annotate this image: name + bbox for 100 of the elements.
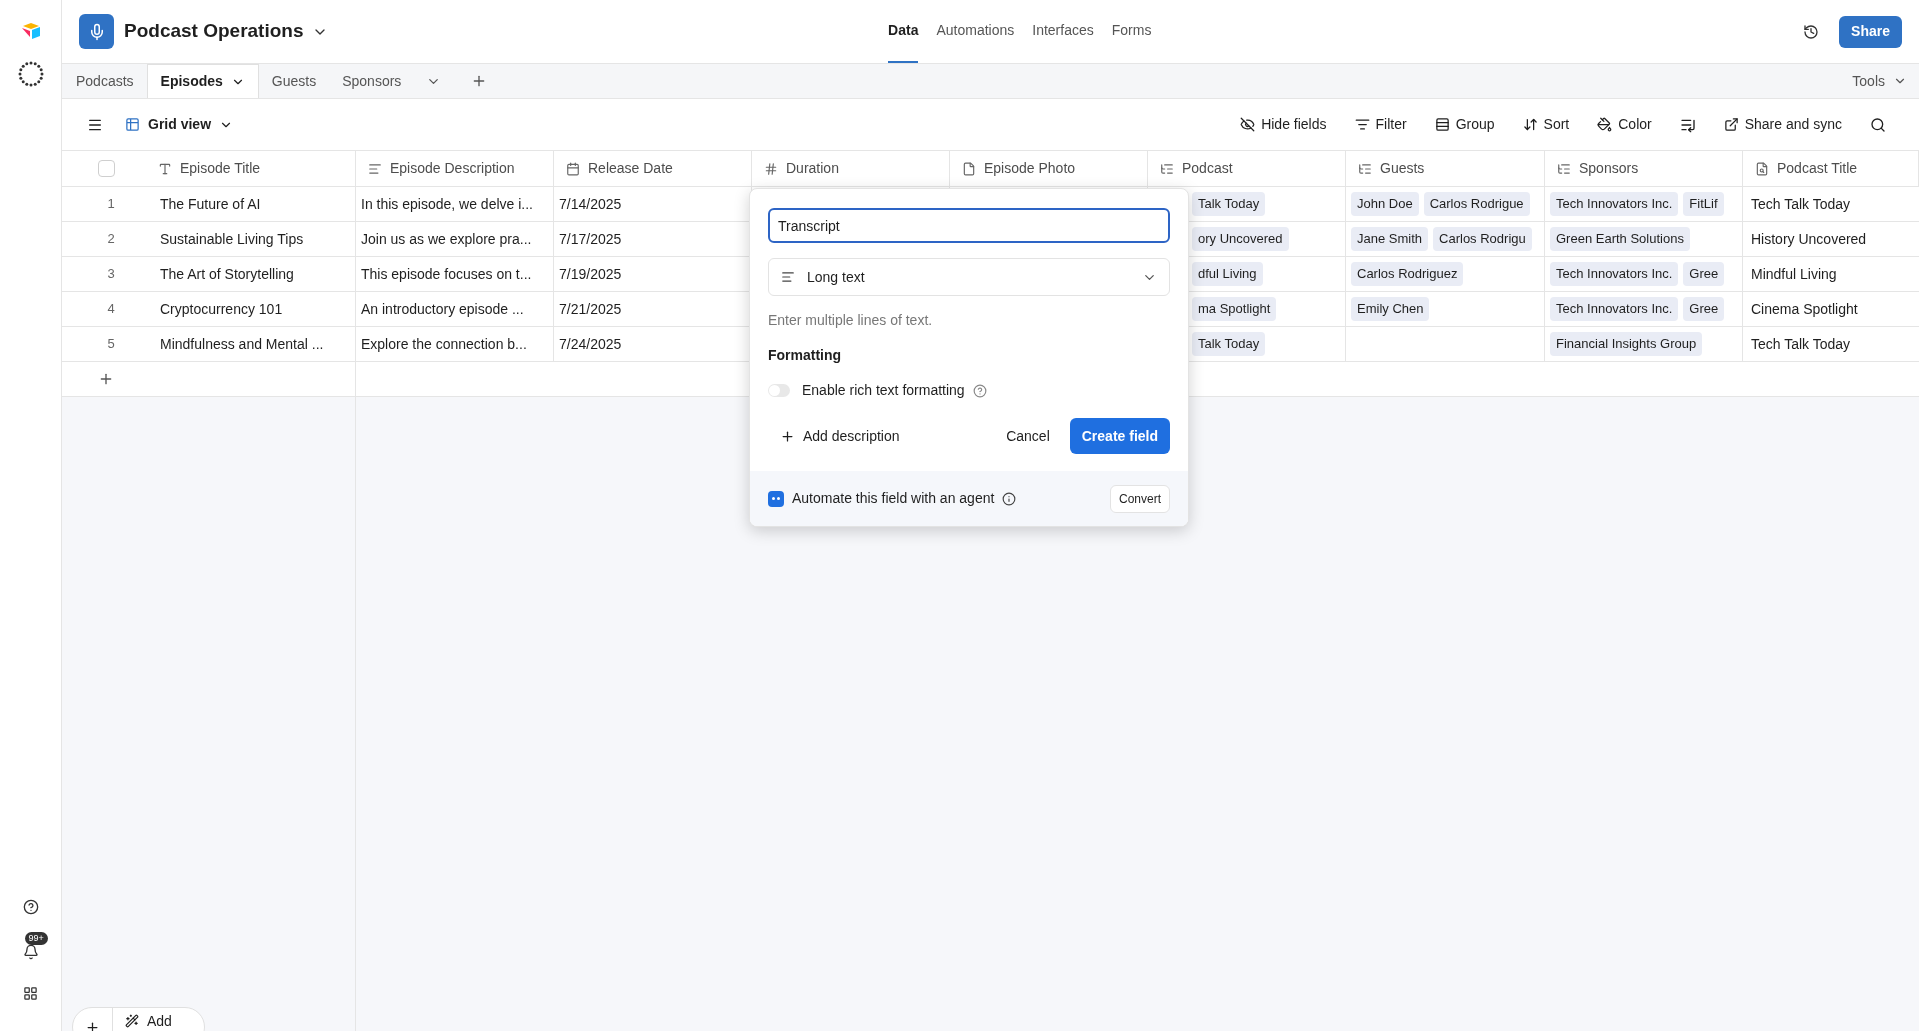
record-chip[interactable]: ma Spotlight (1192, 297, 1277, 321)
select-all-checkbox[interactable] (97, 160, 115, 177)
record-chip[interactable]: Green Earth Solutions (1550, 227, 1690, 251)
column-header[interactable]: Duration (752, 151, 950, 186)
record-chip[interactable]: Carlos Rodrigue (1423, 192, 1530, 216)
record-chip[interactable]: ory Uncovered (1192, 227, 1289, 251)
toolbar-button[interactable]: Filter (1354, 114, 1407, 135)
rich-text-label: Enable rich text formatting (802, 381, 965, 400)
record-chip[interactable]: Talk Today (1192, 332, 1266, 356)
field-type-icon (566, 161, 580, 176)
toolbar-button[interactable]: Group (1434, 114, 1495, 135)
cancel-button[interactable]: Cancel (994, 418, 1062, 454)
table-cell-text: Join us as we explore pra... (361, 229, 532, 249)
long-text-icon (781, 270, 795, 284)
table-cell-text: Cryptocurrency 101 (160, 299, 283, 319)
table-cell-text: This episode focuses on t... (361, 264, 532, 284)
table-cell-text: The Future of AI (160, 194, 261, 214)
row-number: 3 (106, 265, 116, 284)
table-tab[interactable]: Guests (258, 64, 330, 98)
nav-tab[interactable]: Interfaces (1032, 0, 1094, 63)
table-cell-text: 7/24/2025 (559, 334, 622, 354)
toolbar-button[interactable]: Color (1597, 114, 1652, 135)
column-header[interactable]: Podcast Title (1743, 151, 1919, 186)
column-header[interactable]: Episode Title (62, 151, 356, 186)
record-chip[interactable]: Emily Chen (1351, 297, 1430, 321)
table-cell-text: History Uncovered (1751, 229, 1867, 249)
table-cell-text: Cinema Spotlight (1751, 299, 1858, 319)
column-header[interactable]: Release Date (554, 151, 752, 186)
table-cell-text: 7/14/2025 (559, 194, 622, 214)
row-number: 4 (106, 300, 116, 319)
record-chip[interactable]: FitLif (1683, 192, 1724, 216)
row-number: 1 (106, 195, 116, 214)
field-type-icon (158, 161, 172, 176)
table-cell-text: 7/17/2025 (559, 229, 622, 249)
column-header[interactable]: Guests (1346, 151, 1545, 186)
record-chip[interactable]: Talk Today (1192, 192, 1266, 216)
table-cell-text: Tech Talk Today (1751, 194, 1851, 214)
help-icon (972, 383, 987, 398)
table-cell-text: Explore the connection b... (361, 334, 527, 354)
record-chip[interactable]: dful Living (1192, 262, 1263, 286)
column-header[interactable]: Episode Description (356, 151, 554, 186)
convert-button[interactable]: Convert (1109, 484, 1170, 513)
record-chip[interactable]: Gree (1683, 262, 1725, 286)
field-type-hint: Enter multiple lines of text. (768, 311, 934, 330)
nav-tab[interactable]: Automations (936, 0, 1015, 63)
field-type-select[interactable]: Long text (768, 258, 1170, 296)
base-name[interactable]: Podcast Operations (124, 17, 304, 46)
record-chip[interactable]: John Doe (1351, 192, 1419, 216)
record-chip[interactable]: Carlos Rodriguez (1351, 262, 1464, 286)
add-button[interactable]: Add (113, 1010, 204, 1031)
tools-menu[interactable]: Tools (1840, 64, 1919, 98)
record-chip[interactable]: Tech Innovators Inc. (1550, 297, 1679, 321)
table-tab[interactable]: Episodes (146, 64, 259, 98)
add-icon[interactable] (85, 1019, 100, 1031)
record-chip[interactable]: Tech Innovators Inc. (1550, 262, 1679, 286)
loading-spinner-icon (16, 60, 45, 88)
column-header[interactable]: Sponsors (1545, 151, 1743, 186)
group-icon (1434, 117, 1450, 132)
column-header[interactable]: Podcast (1148, 151, 1346, 186)
app-logo[interactable] (20, 22, 41, 40)
help-icon[interactable] (22, 899, 39, 915)
field-type-icon (1755, 161, 1769, 176)
table-cell-text: Mindfulness and Mental ... (160, 334, 324, 354)
search-icon[interactable] (1870, 116, 1886, 133)
toolbar-button[interactable]: Sort (1522, 114, 1570, 135)
table-cell-text: 7/21/2025 (559, 299, 622, 319)
add-row-icon[interactable] (98, 371, 114, 387)
record-chip[interactable]: Financial Insights Group (1550, 332, 1703, 356)
record-chip[interactable]: Tech Innovators Inc. (1550, 192, 1679, 216)
agent-checkbox[interactable] (768, 490, 784, 507)
table-cell-text: Tech Talk Today (1751, 334, 1851, 354)
apps-icon[interactable] (23, 986, 38, 1001)
field-type-icon (1557, 161, 1571, 176)
field-type-icon (1358, 161, 1372, 176)
share-icon (1723, 117, 1739, 132)
hide-icon (1240, 117, 1256, 132)
history-icon[interactable] (1803, 23, 1820, 40)
table-cell-text: 7/19/2025 (559, 264, 622, 284)
base-icon[interactable] (79, 14, 114, 49)
record-chip[interactable]: Gree (1683, 297, 1725, 321)
toolbar-button[interactable]: Hide fields (1240, 114, 1327, 135)
view-switcher[interactable]: Grid view (125, 114, 234, 135)
field-name-input[interactable]: Transcript (768, 208, 1170, 243)
plus-icon (780, 428, 795, 444)
column-header[interactable]: Episode Photo (950, 151, 1148, 186)
table-cell-text: Sustainable Living Tips (160, 229, 304, 249)
table-tab[interactable]: Sponsors (329, 64, 415, 98)
add-description-button[interactable]: Add description (768, 417, 912, 455)
nav-tab[interactable]: Forms (1111, 0, 1152, 63)
notifications-icon[interactable] (22, 944, 39, 960)
share-button[interactable]: Share (1839, 15, 1902, 48)
record-chip[interactable]: Jane Smith (1351, 227, 1429, 251)
field-type-icon (764, 161, 778, 176)
toolbar-button[interactable]: Share and sync (1723, 114, 1842, 135)
create-field-button[interactable]: Create field (1069, 418, 1170, 454)
record-chip[interactable]: Carlos Rodrigu (1433, 227, 1532, 251)
table-cell-text: The Art of Storytelling (160, 264, 294, 284)
table-tab[interactable]: Podcasts (63, 64, 147, 98)
color-icon (1597, 117, 1613, 132)
notification-badge: 99+ (24, 932, 48, 945)
